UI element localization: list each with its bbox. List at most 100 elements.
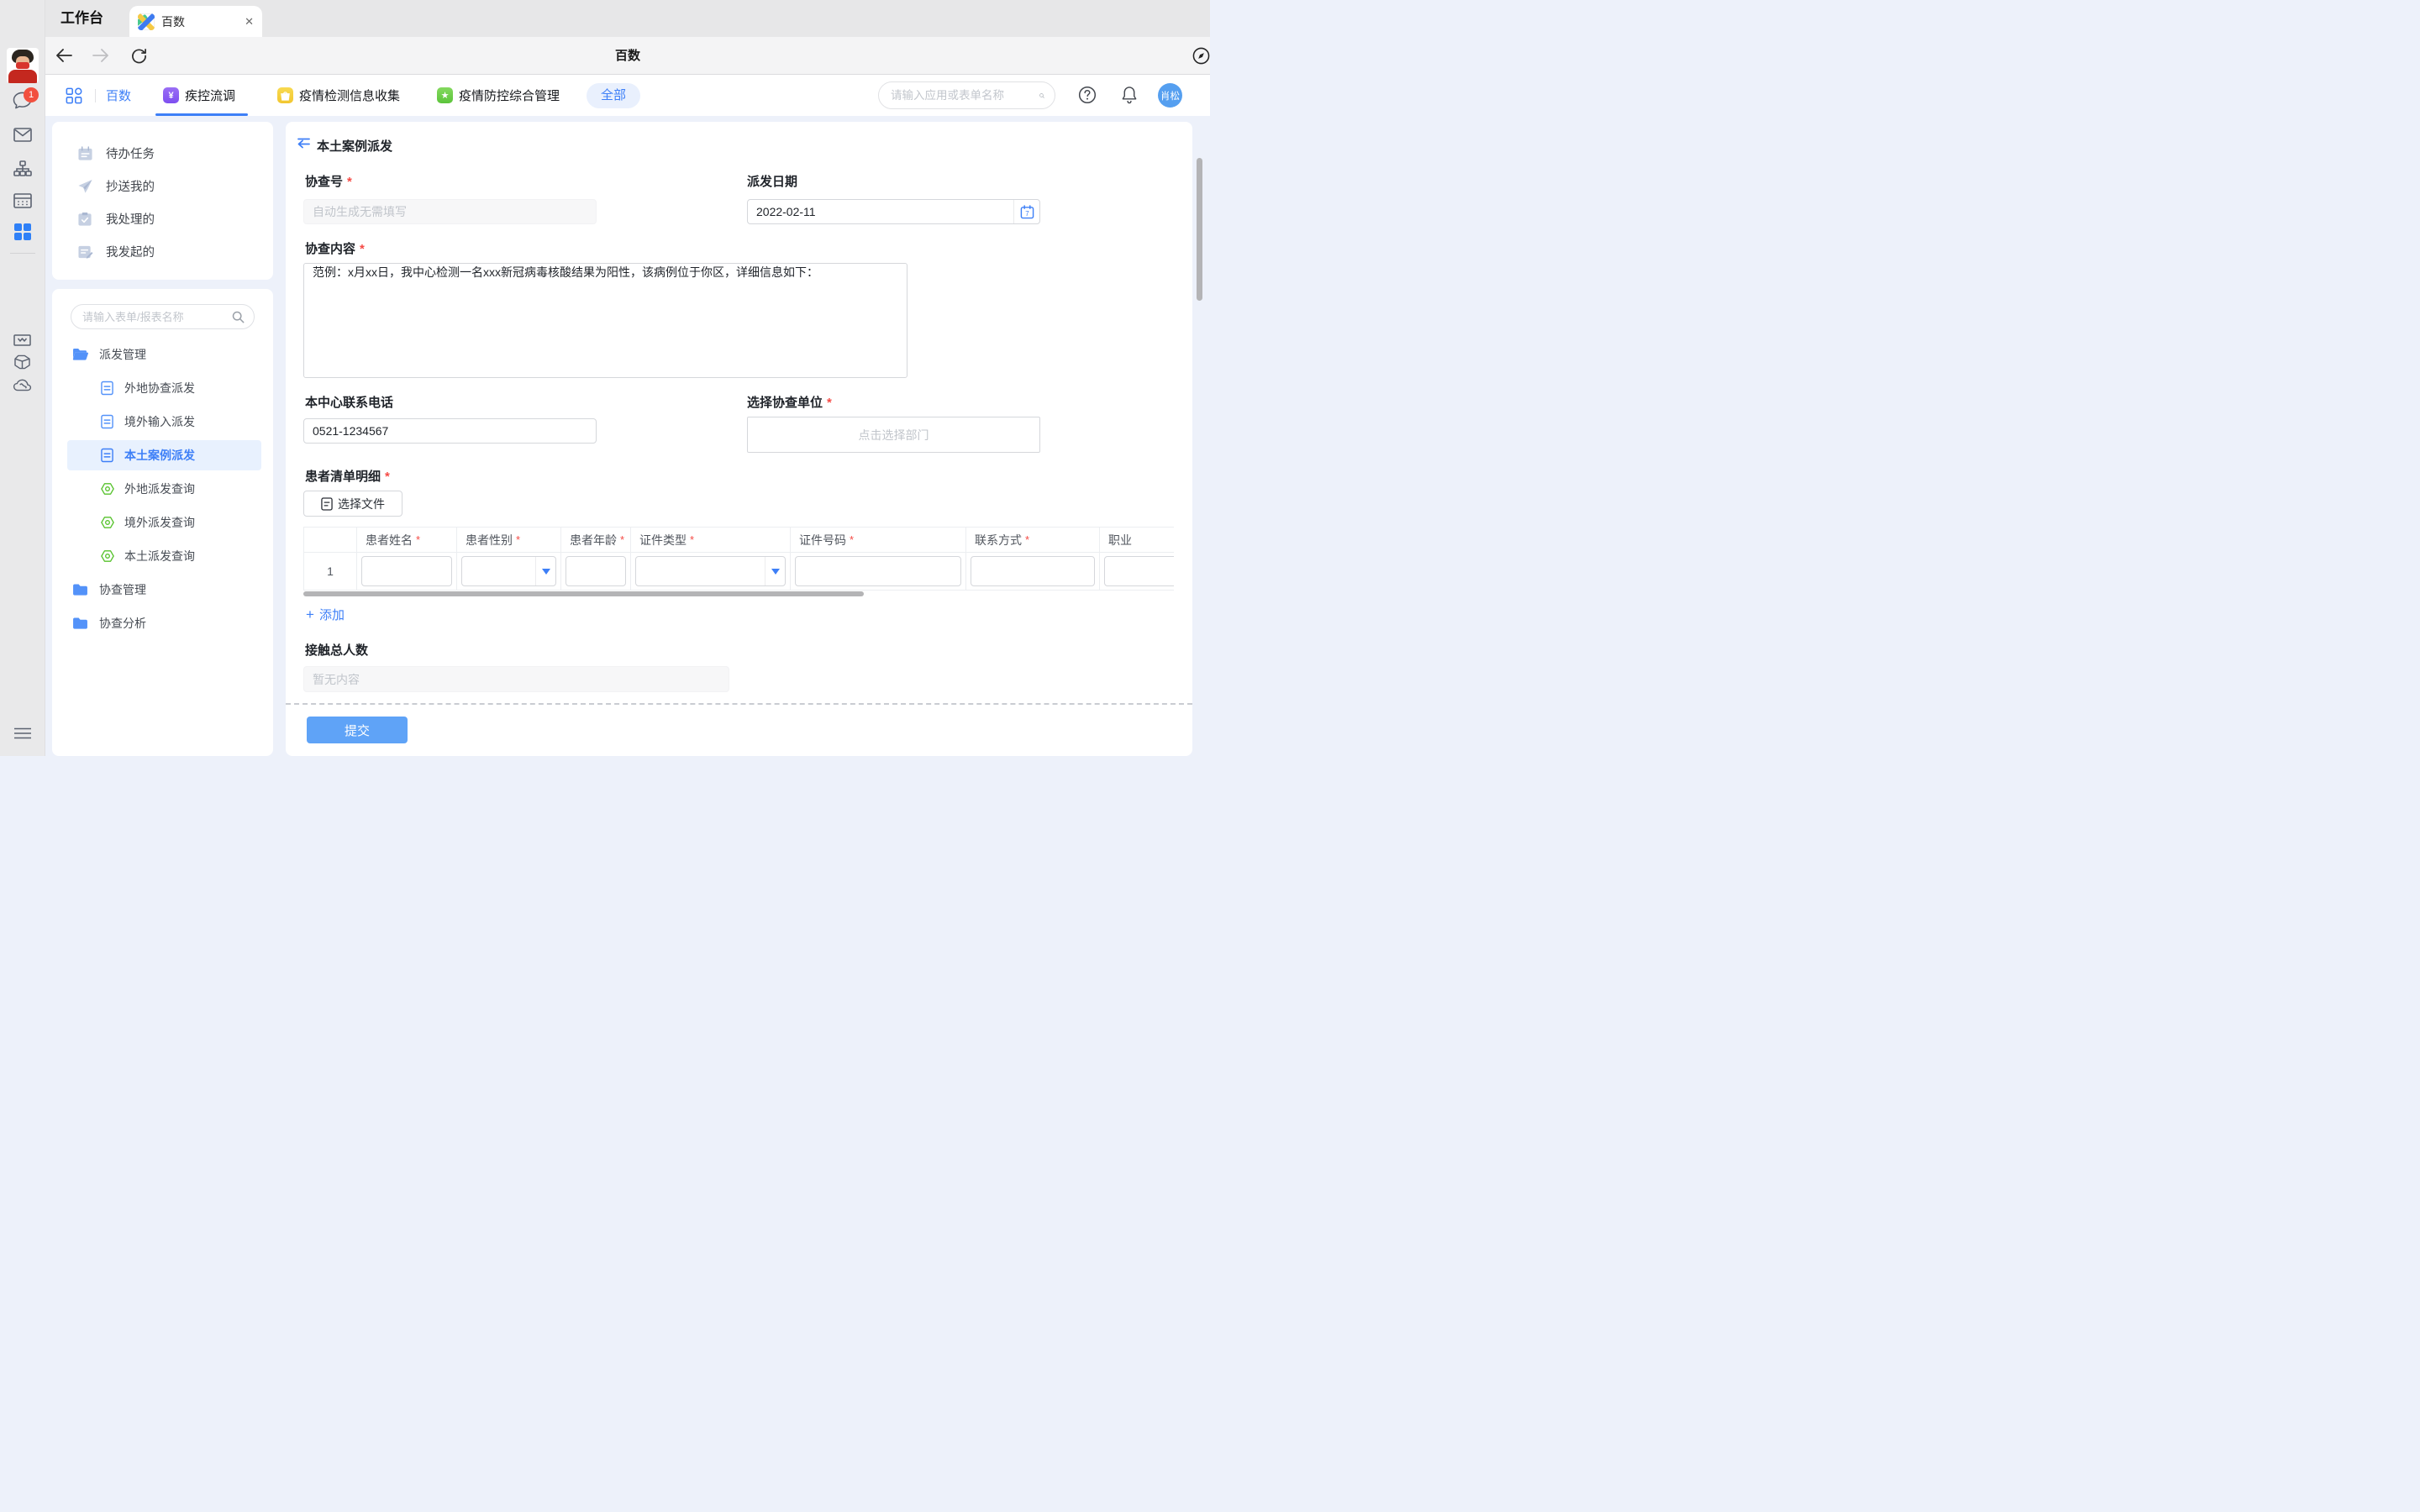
id-type-input[interactable]	[636, 564, 765, 578]
patient-gender-input[interactable]	[462, 564, 535, 578]
collapse-panel-icon[interactable]	[297, 138, 311, 150]
file-icon	[321, 497, 333, 511]
header-row-number	[303, 527, 357, 552]
workspace-title: 工作台	[60, 0, 103, 37]
nav-tab-yiqingjiance[interactable]: 疫情检测信息收集	[277, 75, 400, 116]
app-search-input[interactable]	[891, 89, 1039, 102]
tree-item-jingwai-query[interactable]: 境外派发查询	[52, 507, 273, 538]
svg-text:7: 7	[1025, 210, 1029, 218]
user-avatar[interactable]	[7, 48, 39, 83]
contacts-total-input[interactable]	[303, 666, 729, 692]
cube-icon[interactable]	[13, 352, 33, 372]
occupation-cell	[1104, 556, 1174, 586]
patient-table: 患者姓名* 患者性别* 患者年龄* 证件类型* 证件号码* 联系方式* 职业 1	[303, 527, 1174, 591]
red-packet-icon: ¥	[163, 87, 179, 103]
search-icon[interactable]	[1039, 89, 1044, 102]
tree-folder-dispatch-mgmt[interactable]: 派发管理	[52, 339, 273, 370]
menu-item-cc[interactable]: 抄送我的	[52, 170, 273, 202]
nav-all-apps[interactable]: 全部	[587, 83, 640, 108]
choose-file-button[interactable]: 选择文件	[303, 491, 402, 517]
clipboard-check-icon	[77, 212, 92, 227]
label-patients: 患者清单明细*	[305, 467, 390, 485]
tab-close-icon[interactable]: ✕	[245, 15, 254, 29]
nav-tab-jikong[interactable]: ¥ 疾控流调	[163, 75, 235, 116]
workbench-icon-active[interactable]	[13, 222, 33, 242]
contact-cell	[971, 556, 1095, 586]
tree-folder-xiecha-mgmt[interactable]: 协查管理	[52, 575, 273, 605]
org-chart-icon[interactable]	[13, 159, 33, 179]
tree-search	[71, 304, 255, 329]
notification-bell-icon[interactable]	[1119, 85, 1139, 105]
case-no-input[interactable]	[303, 199, 597, 224]
calendar-icon[interactable]	[13, 191, 33, 211]
form-card: 本土案例派发 协查号* 派发日期 7 协查内容* 范例：x月xx日，我中心检测一…	[286, 122, 1192, 756]
patient-name-input[interactable]	[362, 564, 451, 578]
report-hexagon-icon	[101, 517, 114, 529]
browser-tab[interactable]: 百数 ✕	[129, 6, 262, 37]
dropdown-arrow-icon	[542, 569, 550, 575]
doc-form-icon	[101, 415, 113, 429]
header-patient-name: 患者姓名*	[357, 527, 457, 552]
occupation-input[interactable]	[1105, 564, 1174, 578]
send-icon	[77, 179, 93, 194]
active-tab-underline	[155, 113, 248, 116]
user-avatar-badge[interactable]: 肖松	[1158, 83, 1182, 108]
app-navbar: 百数 ¥ 疾控流调 疫情检测信息收集 ★ 疫情防控综合管理 全部 肖松	[45, 75, 1210, 116]
docs-icon[interactable]	[13, 330, 33, 350]
header-id-number: 证件号码*	[791, 527, 966, 552]
page-vertical-scrollbar[interactable]	[1197, 158, 1202, 301]
date-picker-button[interactable]: 7	[1013, 200, 1039, 223]
id-type-dropdown-button[interactable]	[765, 557, 785, 585]
chat-unread-badge: 1	[24, 87, 39, 102]
screen: 1 工作台 百数	[0, 0, 1210, 756]
contact-input[interactable]	[971, 564, 1094, 578]
select-department-box[interactable]: 点击选择部门	[747, 417, 1040, 453]
tree-item-bentu-query[interactable]: 本土派发查询	[52, 541, 273, 571]
label-phone: 本中心联系电话	[305, 393, 393, 411]
nav-tab-yiqingfangkong[interactable]: ★ 疫情防控综合管理	[437, 75, 560, 116]
dropdown-arrow-icon	[771, 569, 780, 575]
menu-item-processed[interactable]: 我处理的	[52, 202, 273, 235]
label-case-no: 协查号*	[305, 172, 352, 190]
tree-item-jingwai-shuru[interactable]: 境外输入派发	[52, 407, 273, 437]
compass-icon[interactable]	[1191, 45, 1210, 66]
tree-folder-xiecha-analysis[interactable]: 协查分析	[52, 608, 273, 638]
gender-dropdown-button[interactable]	[535, 557, 555, 585]
window-tab-strip: 工作台 百数 ✕	[45, 0, 1210, 37]
browser-toolbar: 百数	[45, 37, 1210, 75]
header-occupation: 职业	[1100, 527, 1174, 552]
add-row-button[interactable]: + 添加	[306, 606, 345, 623]
menu-item-todo[interactable]: 待办任务	[52, 137, 273, 170]
content-textarea[interactable]: 范例：x月xx日，我中心检测一名xxx新冠病毒核酸结果为阳性，该病例位于你区，详…	[303, 263, 908, 378]
mail-icon[interactable]	[13, 124, 33, 144]
search-icon[interactable]	[232, 311, 245, 323]
tree-item-waidi-query[interactable]: 外地派发查询	[52, 474, 273, 504]
form-tree-card: 派发管理 外地协查派发 境外输入派发 本土案例派发 外地派发查询 境外派发查询	[52, 289, 273, 756]
header-patient-gender: 患者性别*	[457, 527, 561, 552]
baishu-logo-icon	[138, 13, 155, 30]
label-unit: 选择协查单位*	[747, 393, 832, 411]
tree-item-waidi-xiecha[interactable]: 外地协查派发	[52, 373, 273, 403]
nav-home-baishu[interactable]: 百数	[106, 75, 131, 116]
id-number-input[interactable]	[796, 564, 960, 578]
dispatch-date-input[interactable]	[748, 205, 1013, 218]
cloud-call-icon[interactable]	[13, 375, 33, 395]
tree-search-input[interactable]	[82, 311, 232, 323]
phone-input[interactable]	[303, 418, 597, 444]
apps-grid-icon[interactable]	[66, 75, 82, 116]
help-icon[interactable]	[1077, 85, 1097, 105]
todo-calendar-icon	[77, 146, 93, 161]
hamburger-menu-icon[interactable]	[13, 723, 33, 743]
submit-button[interactable]: 提交	[307, 717, 408, 743]
table-horizontal-scrollbar[interactable]	[303, 591, 864, 596]
doc-form-icon	[101, 381, 113, 396]
menu-item-initiated[interactable]: 我发起的	[52, 235, 273, 268]
form-title: 本土案例派发	[317, 137, 392, 155]
tree-item-bentu-anli-selected[interactable]: 本土案例派发	[52, 440, 273, 470]
app-search	[878, 81, 1055, 109]
patient-age-input[interactable]	[566, 564, 625, 578]
doc-form-icon	[101, 449, 113, 463]
header-patient-age: 患者年龄*	[561, 527, 631, 552]
header-contact: 联系方式*	[966, 527, 1100, 552]
rail-divider	[10, 253, 35, 254]
